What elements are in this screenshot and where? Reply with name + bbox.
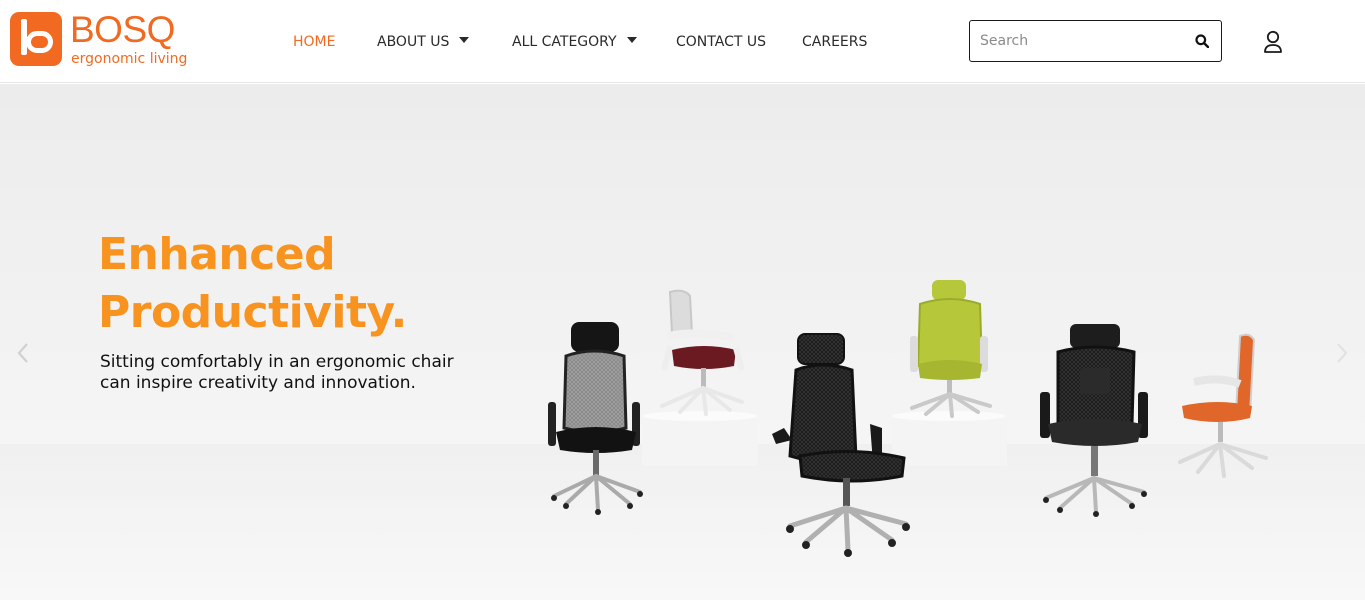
nav-item-careers[interactable]: CAREERS [802, 33, 867, 51]
nav-item-label: ABOUT US [377, 34, 450, 50]
nav-item-label: ALL CATEGORY [512, 34, 617, 50]
brand-logo[interactable]: BOSQ ergonomic living [10, 9, 200, 70]
caret-down-icon [626, 37, 637, 43]
nav-item-label: CAREERS [802, 34, 868, 50]
pedestal-left [642, 411, 758, 466]
nav-item-about-us[interactable]: ABOUT US [377, 33, 470, 51]
hero-banner: Enhanced Productivity. Sitting comfortab… [0, 84, 1365, 600]
nav-item-contact-us[interactable]: CONTACT US [676, 33, 766, 51]
chair-black-headrest[interactable] [1040, 324, 1148, 517]
nav-item-all-category[interactable]: ALL CATEGORY [512, 33, 637, 51]
brand-name: BOSQ [70, 9, 175, 50]
chair-grey-mesh[interactable] [548, 322, 643, 515]
chair-white-frame[interactable] [660, 289, 745, 416]
pedestal-right [892, 411, 1007, 466]
nav-item-label: CONTACT US [676, 34, 766, 50]
logo-mark-icon [10, 12, 62, 66]
user-icon[interactable] [1262, 30, 1284, 54]
search-input[interactable] [980, 30, 1180, 52]
chair-black-executive[interactable] [772, 333, 910, 557]
brand-tagline: ergonomic living [71, 51, 188, 67]
caret-down-icon [459, 37, 470, 43]
chair-lime-green[interactable] [910, 280, 992, 418]
nav-item-home[interactable]: HOME [293, 33, 335, 51]
chair-orange-task[interactable] [1178, 333, 1268, 478]
site-header: BOSQ ergonomic living HOME ABOUT US ALL … [0, 0, 1365, 83]
product-chairs-illustration [548, 280, 1268, 557]
nav-item-label: HOME [293, 34, 336, 50]
search-icon[interactable] [1195, 34, 1209, 48]
search-box [969, 20, 1222, 62]
